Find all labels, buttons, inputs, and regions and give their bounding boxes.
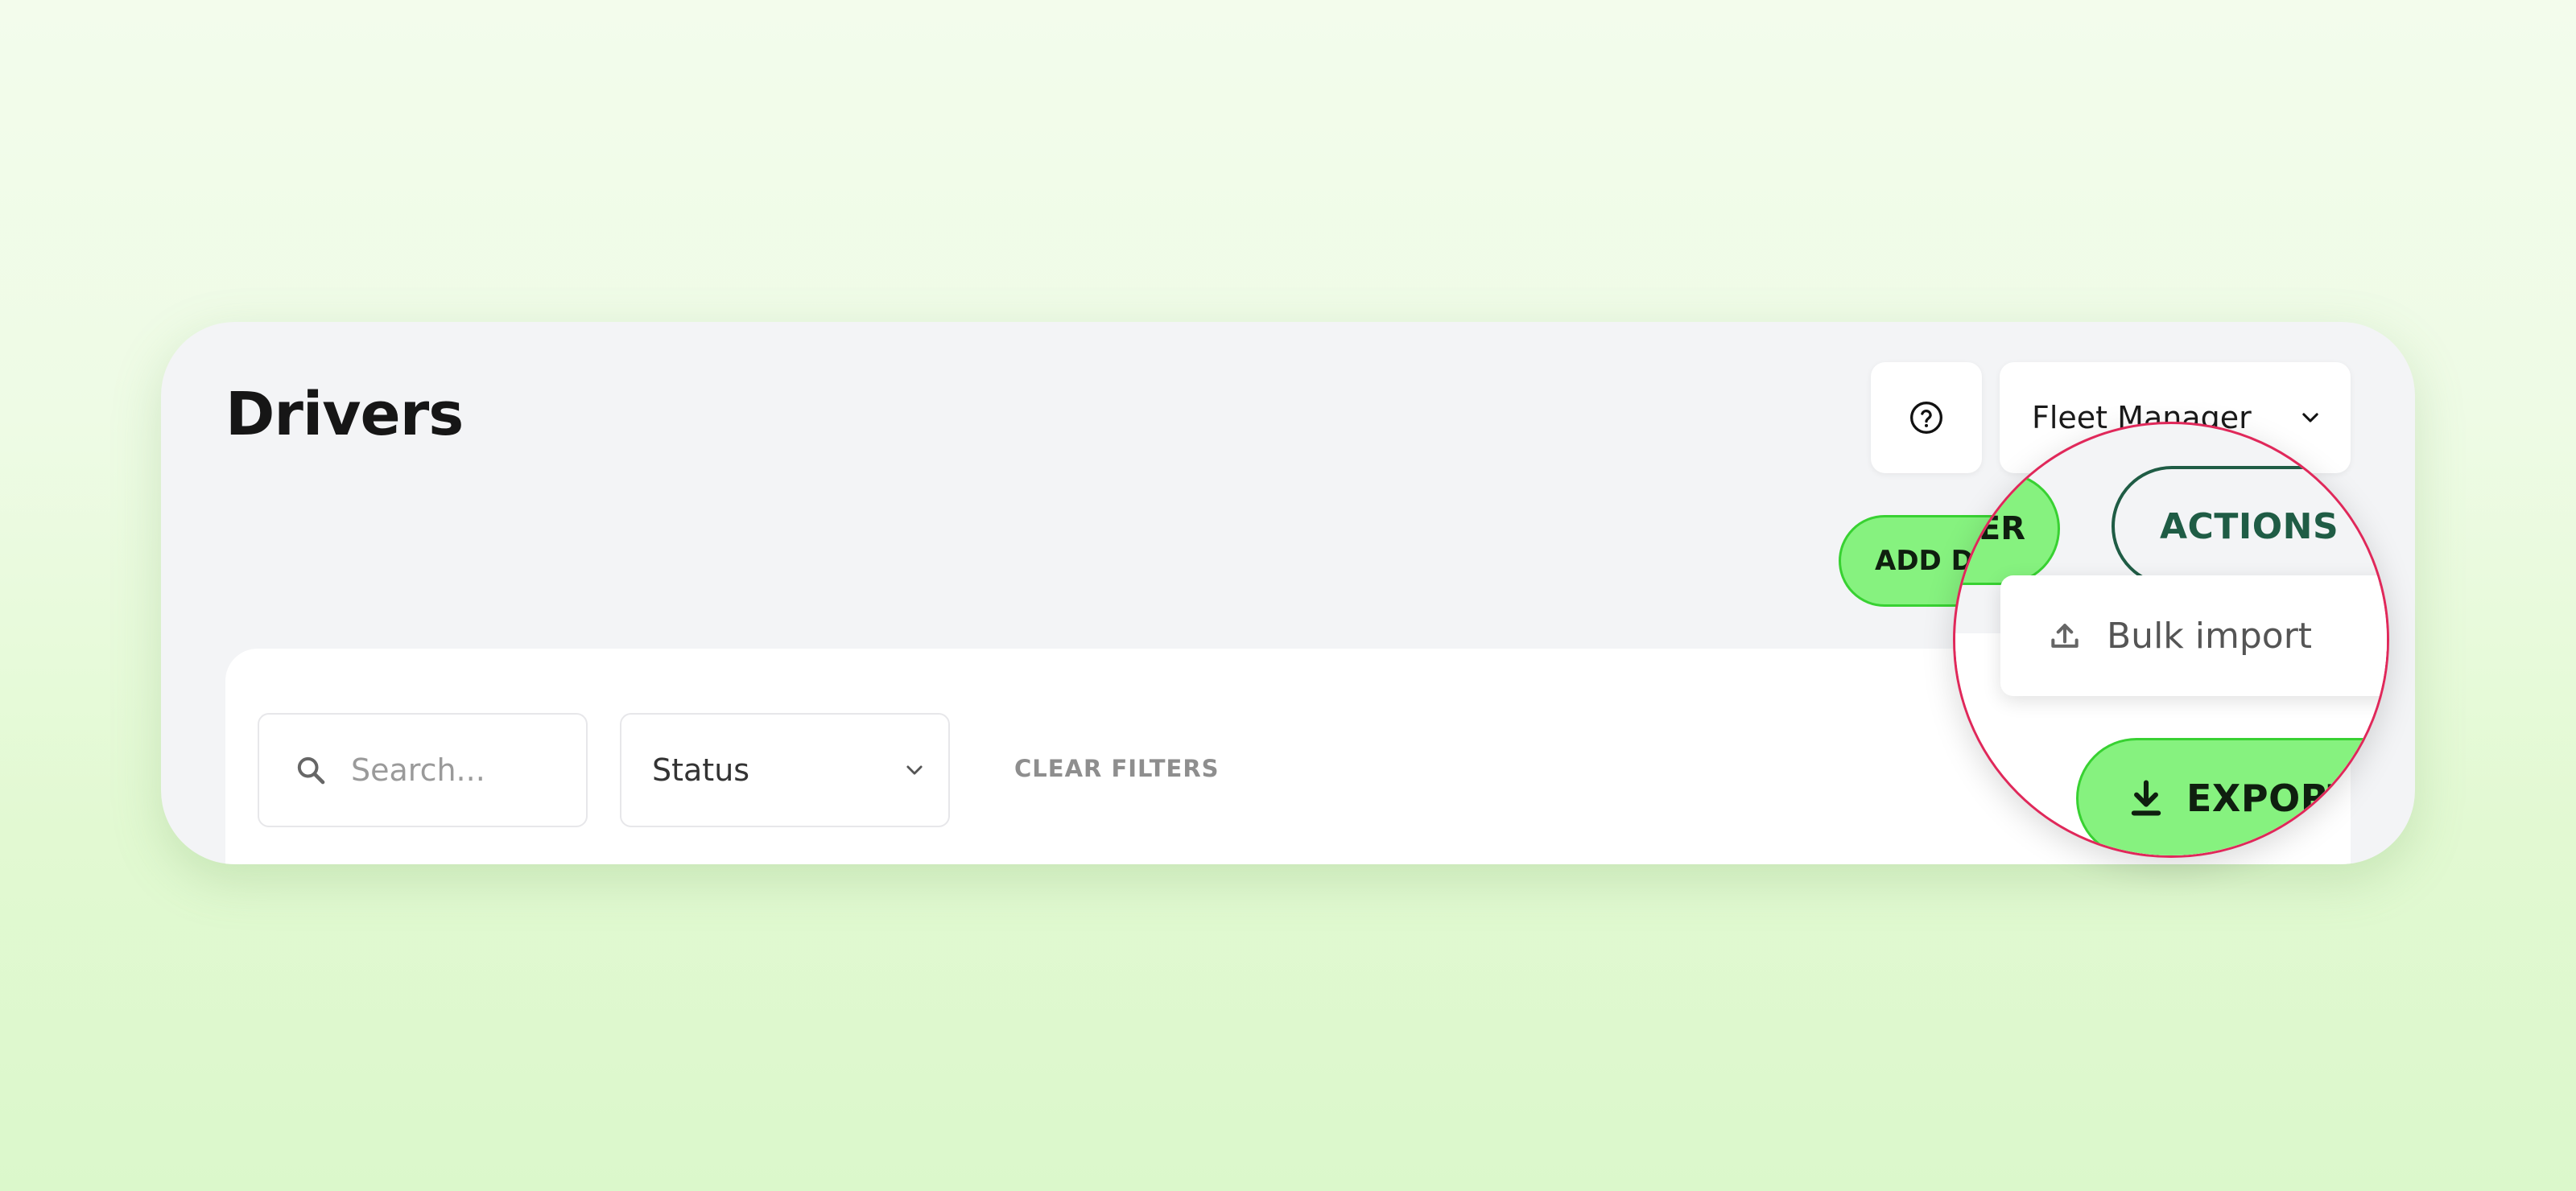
actions-button-label: ACTIONS (2160, 505, 2339, 547)
export-button[interactable]: EXPORT (2076, 738, 2387, 855)
status-select[interactable]: Status (620, 713, 950, 827)
actions-menu-item-label: Bulk import (2107, 615, 2313, 657)
actions-menu-item-bulk-import[interactable]: Bulk import (2000, 575, 2387, 696)
actions-button[interactable]: ACTIONS (2112, 466, 2387, 587)
search-icon (297, 756, 325, 785)
upload-icon (2051, 624, 2079, 648)
search-field[interactable] (258, 713, 588, 827)
chevron-down-icon (2302, 413, 2318, 422)
add-driver-button-zoomed[interactable]: ER (1955, 472, 2060, 585)
status-select-value: Status (652, 752, 750, 788)
download-icon (2131, 780, 2161, 816)
help-icon (1910, 402, 1942, 434)
export-button-label: EXPORT (2186, 777, 2354, 820)
page-title: Drivers (225, 380, 464, 449)
search-input[interactable] (349, 752, 570, 789)
help-button[interactable] (1871, 362, 1982, 473)
chevron-down-icon (906, 765, 923, 775)
zoom-magnifier: ER ACTIONS Bulk import EXPORT (1953, 422, 2389, 858)
clear-filters-button[interactable]: CLEAR FILTERS (1014, 755, 1220, 782)
